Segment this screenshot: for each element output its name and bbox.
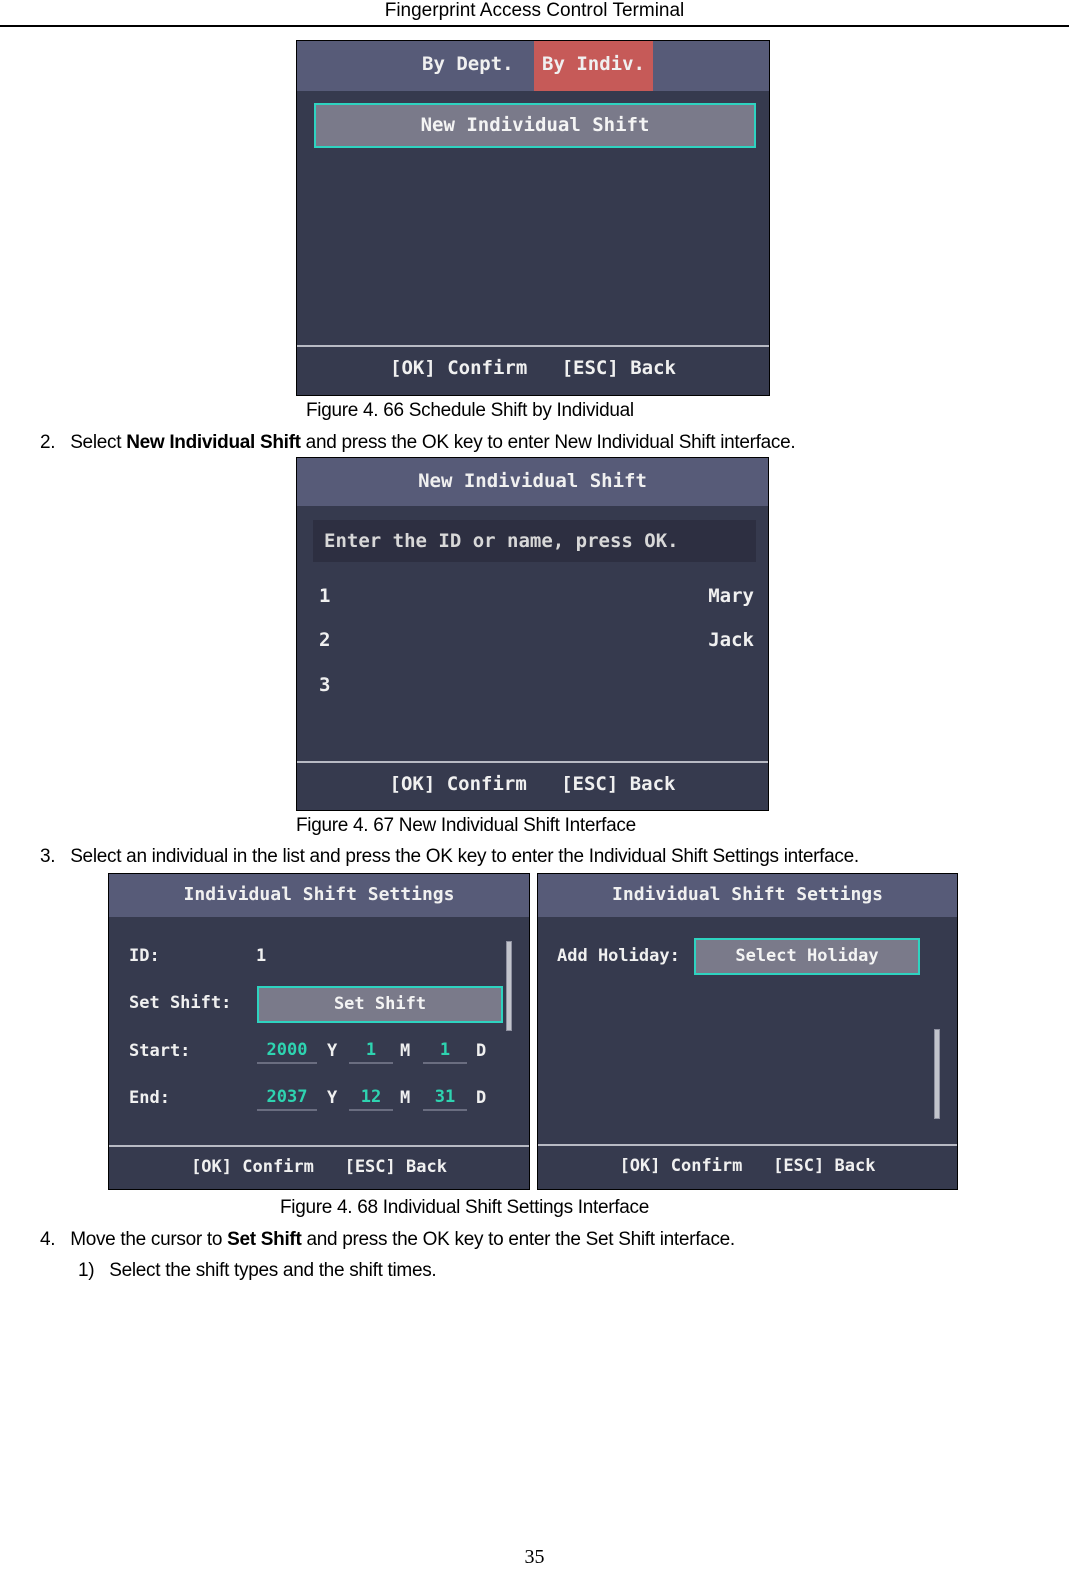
year-unit: Y	[327, 1041, 338, 1061]
footer-divider	[109, 1145, 529, 1147]
person-id: 2	[319, 629, 331, 651]
list-item[interactable]: 3	[319, 674, 754, 704]
id-label: ID:	[129, 946, 160, 966]
step-number: 2.	[40, 432, 56, 453]
new-individual-shift-button[interactable]: New Individual Shift	[314, 103, 756, 148]
day-unit: D	[476, 1041, 487, 1061]
tab-bar: By Dept. By Indiv.	[297, 41, 769, 91]
individual-shift-settings-screen-1: Individual Shift Settings ID: 1 Set Shif…	[108, 873, 530, 1190]
step-number: 4.	[40, 1229, 56, 1250]
select-holiday-button[interactable]: Select Holiday	[694, 938, 920, 975]
footer-hint: [OK] Confirm [ESC] Back	[390, 357, 676, 379]
tab-by-indiv[interactable]: By Indiv.	[534, 41, 653, 91]
year-unit: Y	[327, 1088, 338, 1108]
start-label: Start:	[129, 1041, 191, 1061]
end-month-input[interactable]: 12	[349, 1087, 393, 1111]
screen-title: Individual Shift Settings	[109, 874, 529, 917]
set-shift-button[interactable]: Set Shift	[257, 986, 503, 1023]
start-year-input[interactable]: 2000	[257, 1040, 317, 1064]
footer-divider	[297, 761, 768, 763]
scrollbar[interactable]	[506, 941, 512, 1031]
month-unit: M	[400, 1088, 411, 1108]
footer-divider	[538, 1144, 957, 1146]
page-number: 35	[524, 1546, 545, 1568]
step-3: 3. Select an individual in the list and …	[40, 846, 859, 868]
screen-title: Individual Shift Settings	[538, 874, 957, 917]
search-input[interactable]: Enter the ID or name, press OK.	[313, 520, 756, 562]
id-value: 1	[256, 946, 267, 966]
footer-hint: [OK] Confirm [ESC] Back	[619, 1156, 876, 1176]
month-unit: M	[400, 1041, 411, 1061]
step-text: Select	[70, 432, 127, 453]
list-item[interactable]: 1 Mary	[319, 585, 754, 615]
screen-title: New Individual Shift	[297, 458, 768, 506]
person-id: 1	[319, 585, 331, 607]
step-text: Select an individual in the list and pre…	[70, 846, 859, 867]
step-text: and press the OK key to enter New Indivi…	[300, 432, 796, 453]
substep-text: Select the shift types and the shift tim…	[109, 1260, 437, 1281]
step-text: and press the OK key to enter the Set Sh…	[301, 1229, 735, 1250]
person-name: Mary	[708, 585, 754, 607]
figure-caption: Figure 4. 66 Schedule Shift by Individua…	[306, 400, 634, 421]
add-holiday-label: Add Holiday:	[557, 946, 680, 966]
step-text: Move the cursor to	[70, 1229, 228, 1250]
header-rule	[0, 25, 1069, 27]
end-year-input[interactable]: 2037	[257, 1087, 317, 1111]
step-number: 3.	[40, 846, 56, 867]
step-bold-text: Set Shift	[227, 1229, 302, 1250]
person-id: 3	[319, 674, 331, 696]
step-4: 4. Move the cursor to Set Shift and pres…	[40, 1229, 735, 1251]
individual-shift-settings-screen-2: Individual Shift Settings Add Holiday: S…	[537, 873, 958, 1190]
substep-number: 1)	[78, 1260, 95, 1281]
scrollbar[interactable]	[934, 1029, 940, 1119]
step-bold-text: New Individual Shift	[126, 432, 301, 453]
schedule-by-individual-screen: By Dept. By Indiv. New Individual Shift …	[296, 40, 770, 396]
person-name: Jack	[708, 629, 754, 651]
tab-by-dept[interactable]: By Dept.	[414, 41, 522, 91]
footer-hint: [OK] Confirm [ESC] Back	[389, 773, 676, 795]
start-month-input[interactable]: 1	[349, 1040, 393, 1064]
end-label: End:	[129, 1088, 170, 1108]
start-day-input[interactable]: 1	[423, 1040, 467, 1064]
footer-hint: [OK] Confirm [ESC] Back	[191, 1157, 447, 1177]
figure-caption: Figure 4. 68 Individual Shift Settings I…	[280, 1197, 649, 1218]
figure-caption: Figure 4. 67 New Individual Shift Interf…	[296, 815, 636, 836]
footer-divider	[297, 345, 769, 347]
step-4-1: 1) Select the shift types and the shift …	[78, 1260, 437, 1282]
step-2: 2. Select New Individual Shift and press…	[40, 432, 796, 454]
new-individual-shift-screen: New Individual Shift Enter the ID or nam…	[296, 457, 769, 811]
set-shift-label: Set Shift:	[129, 993, 232, 1013]
list-item[interactable]: 2 Jack	[319, 629, 754, 659]
document-header: Fingerprint Access Control Terminal	[384, 0, 685, 21]
end-day-input[interactable]: 31	[423, 1087, 467, 1111]
day-unit: D	[476, 1088, 487, 1108]
